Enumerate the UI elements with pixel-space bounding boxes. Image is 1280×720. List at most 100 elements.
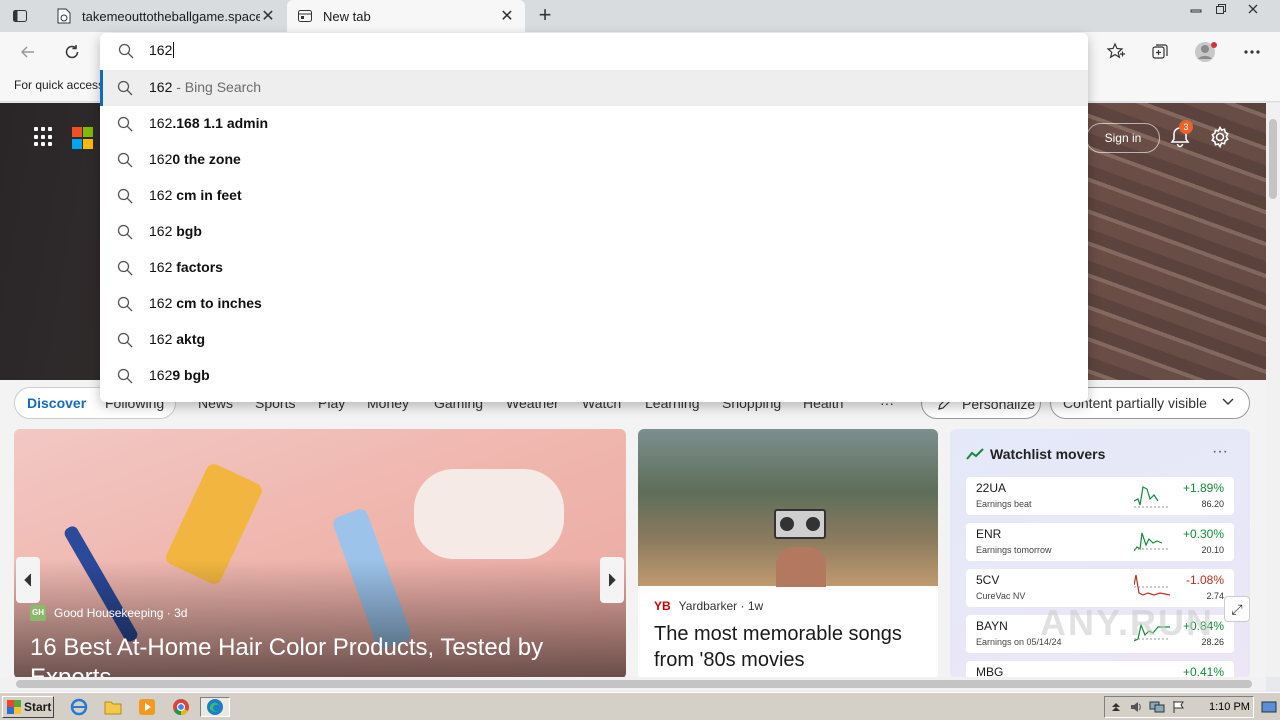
window-close-icon[interactable] <box>1240 0 1266 18</box>
suggestion-item[interactable]: 162.168 1.1 admin <box>100 106 1088 142</box>
search-icon <box>117 80 133 96</box>
profile-icon[interactable] <box>1194 40 1218 64</box>
collections-icon[interactable] <box>1148 40 1172 64</box>
back-icon[interactable] <box>16 40 40 64</box>
search-icon <box>117 188 133 204</box>
stock-price: 2.74 <box>1206 591 1224 601</box>
card-image <box>638 429 938 587</box>
close-tab-icon[interactable]: ✕ <box>260 6 276 26</box>
source-logo: GH <box>30 605 46 621</box>
card-image-glove <box>414 469 564 559</box>
sign-in-button[interactable]: Sign in <box>1086 123 1160 153</box>
stock-subtitle: Earnings tomorrow <box>976 545 1052 555</box>
chrome-icon[interactable] <box>170 697 192 717</box>
tab-takemeout[interactable]: takemeouttotheballgame.space ✕ <box>46 0 286 32</box>
tab-strip: takemeouttotheballgame.space ✕ New tab ✕… <box>0 0 1280 32</box>
suggestion-item[interactable]: 162 bgb <box>100 214 1088 250</box>
expand-icon[interactable]: ⤢ <box>1224 596 1250 622</box>
suggestion-text: 162 - Bing Search <box>149 79 261 95</box>
suggestion-item[interactable]: 162 - Bing Search <box>100 70 1088 106</box>
news-card-80s-songs[interactable]: YB Yardbarker · 1w The most memorable so… <box>638 429 938 677</box>
folder-icon[interactable] <box>102 697 124 717</box>
new-tab-page-icon <box>297 8 313 24</box>
tray-expand-icon[interactable] <box>1111 701 1121 713</box>
suggestion-completion: cm in feet <box>176 187 242 203</box>
start-button[interactable]: Start <box>2 696 54 718</box>
source-name: Yardbarker <box>678 599 738 613</box>
scrollbar-thumb[interactable] <box>16 680 1252 688</box>
horizontal-scrollbar[interactable] <box>0 677 1266 691</box>
card-source: GH Good Housekeeping · 3d <box>30 605 188 621</box>
search-icon <box>117 368 133 384</box>
address-input[interactable]: 162 <box>149 42 175 58</box>
settings-gear-icon[interactable] <box>1208 125 1232 149</box>
stock-subtitle: CureVac NV <box>976 591 1026 601</box>
scrollbar-thumb[interactable] <box>1269 119 1277 199</box>
news-card-hair-color[interactable]: GH Good Housekeeping · 3d 16 Best At-Hom… <box>14 429 626 677</box>
network-icon[interactable] <box>1149 700 1165 714</box>
card-headline[interactable]: 16 Best At-Home Hair Color Products, Tes… <box>30 633 610 677</box>
card-headline[interactable]: The most memorable songs from '80s movie… <box>654 621 924 673</box>
suggestion-item[interactable]: 1620 the zone <box>100 142 1088 178</box>
app-launcher-icon[interactable] <box>34 127 54 147</box>
suggestion-completion: 9 bgb <box>172 367 210 383</box>
suggestion-prefix: 162 <box>149 367 173 383</box>
search-icon <box>117 116 133 132</box>
suggestion-item[interactable]: 162 aktg <box>100 322 1088 358</box>
vertical-scrollbar[interactable] <box>1266 103 1280 677</box>
watchlist-title: Watchlist movers <box>990 446 1106 462</box>
refresh-icon[interactable] <box>60 40 84 64</box>
carousel-prev-icon[interactable] <box>16 557 40 603</box>
suggestion-item[interactable]: 162 cm in feet <box>100 178 1088 214</box>
sparkline <box>1134 532 1170 552</box>
windows-logo-icon <box>7 700 21 714</box>
minimize-icon[interactable] <box>1183 0 1209 18</box>
suggestion-item[interactable]: 162 cm to inches <box>100 286 1088 322</box>
suggestion-completion: 0 the zone <box>172 151 241 167</box>
warning-flag-icon[interactable] <box>1171 700 1185 714</box>
suggestion-completion: bgb <box>176 223 202 239</box>
search-icon <box>117 332 133 348</box>
close-tab-icon[interactable]: ✕ <box>499 6 515 26</box>
more-icon[interactable] <box>1240 40 1264 64</box>
stock-change: -1.08% <box>1185 573 1224 587</box>
nav-discover[interactable]: Discover <box>27 395 86 411</box>
carousel-next-icon[interactable] <box>600 557 624 603</box>
suggestion-note: - Bing Search <box>172 79 262 95</box>
source-name: Good Housekeeping <box>54 606 164 620</box>
stock-symbol: ENR <box>976 527 1002 541</box>
suggestion-text: 162 bgb <box>149 223 202 239</box>
watchlist-more-icon[interactable]: ··· <box>1212 443 1228 461</box>
restore-icon[interactable] <box>1208 0 1234 18</box>
ie-icon[interactable] <box>68 697 90 717</box>
volume-icon[interactable] <box>1129 700 1143 714</box>
suggestion-prefix: 162 <box>149 115 173 131</box>
stock-row[interactable]: MBG +0.41% <box>966 661 1234 677</box>
stock-symbol: 5CV <box>976 573 1000 587</box>
favorites-icon[interactable] <box>1104 40 1128 64</box>
show-desktop-icon[interactable] <box>1258 697 1280 717</box>
search-icon <box>117 152 133 168</box>
sparkline <box>1134 486 1170 508</box>
search-icon <box>117 296 133 312</box>
tab-new-tab[interactable]: New tab ✕ <box>287 0 525 32</box>
stock-change: +0.41% <box>1182 665 1224 677</box>
suggestion-prefix: 162 <box>149 187 177 203</box>
stock-row[interactable]: 22UA Earnings beat +1.89% 86.20 <box>966 477 1234 515</box>
notifications-bell-icon[interactable]: 3 <box>1168 120 1193 149</box>
source-logo: YB <box>654 599 671 613</box>
suggestion-item[interactable]: 1629 bgb <box>100 358 1088 394</box>
search-icon <box>117 224 133 240</box>
page-icon <box>56 8 72 24</box>
stock-row[interactable]: ENR Earnings tomorrow +0.30% 20.10 <box>966 523 1234 561</box>
search-icon <box>118 43 134 59</box>
media-player-icon[interactable] <box>136 697 158 717</box>
address-bar[interactable]: 162 <box>100 33 1088 69</box>
suggestion-prefix: 162 <box>149 223 177 239</box>
tab-actions-icon[interactable] <box>12 8 28 24</box>
suggestion-item[interactable]: 162 factors <box>100 250 1088 286</box>
suggestion-completion: factors <box>176 259 223 275</box>
new-tab-button[interactable]: + <box>534 4 556 28</box>
suggestion-prefix: 162 <box>149 295 177 311</box>
edge-icon[interactable] <box>200 697 230 717</box>
